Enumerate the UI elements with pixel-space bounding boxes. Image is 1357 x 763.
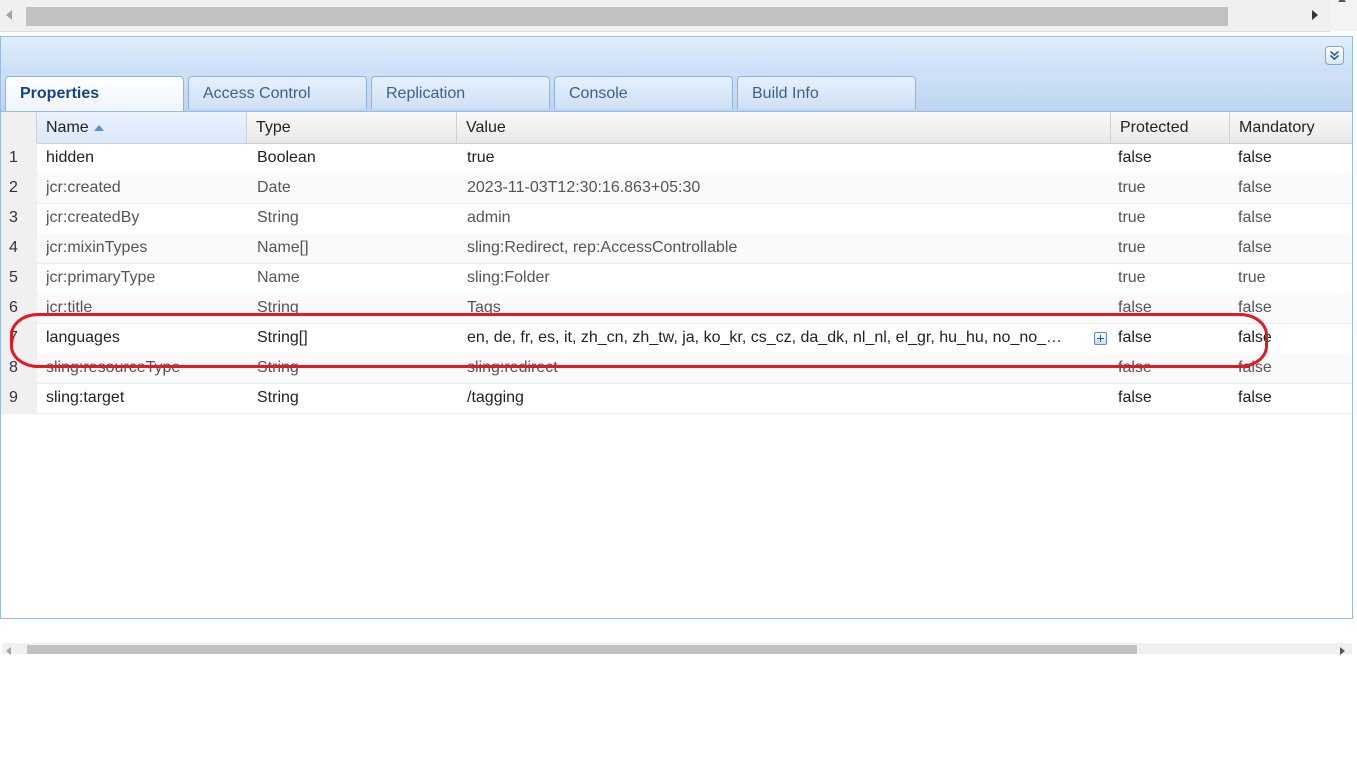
cell-protected: false — [1118, 389, 1152, 406]
cell-type: Date — [257, 179, 291, 196]
cell-protected: true — [1118, 269, 1146, 286]
cell-value: sling:Folder — [467, 269, 550, 286]
cell-value: admin — [467, 209, 511, 226]
column-header-name-label: Name — [46, 119, 89, 136]
cell-name: jcr:created — [46, 179, 121, 196]
row-number: 7 — [1, 323, 37, 353]
table-row[interactable]: 4 jcr:mixinTypes Name[] sling:Redirect, rep… — [1, 233, 1352, 264]
plus-box-icon[interactable] — [1094, 332, 1107, 345]
scroll-left-arrow-icon[interactable] — [6, 10, 12, 20]
panel-header — [1, 36, 1352, 74]
cell-value: sling:Redirect, rep:AccessControllable — [467, 239, 738, 256]
bottom-horizontal-scrollbar[interactable] — [2, 643, 1352, 655]
scroll-right-arrow-icon[interactable] — [1340, 647, 1345, 655]
cell-mandatory: false — [1238, 299, 1272, 316]
top-horizontal-scrollbar[interactable] — [0, 0, 1330, 32]
cell-type: Boolean — [257, 149, 316, 166]
table-row[interactable]: 5 jcr:primaryType Name sling:Folder true true — [1, 263, 1352, 294]
table-row[interactable]: 3 jcr:createdBy String admin true false — [1, 203, 1352, 234]
table-row[interactable]: 8 sling:resourceType String sling:redirect f… — [1, 353, 1352, 384]
scroll-right-arrow-icon[interactable] — [1312, 10, 1318, 20]
cell-type: Name — [257, 269, 300, 286]
cell-protected: true — [1118, 239, 1146, 256]
column-header-protected[interactable]: Protected — [1111, 112, 1230, 143]
table-row[interactable]: 7 languages String[] en, de, fr, es, it, zh… — [1, 323, 1352, 354]
cell-name: languages — [46, 329, 120, 346]
cell-name: jcr:primaryType — [46, 269, 156, 286]
column-header-name[interactable]: Name — [37, 112, 247, 143]
cell-value: en, de, fr, es, it, zh_cn, zh_tw, ja, ko… — [467, 329, 1063, 346]
cell-type: String — [257, 359, 299, 376]
vertical-scrollbar-track[interactable] — [1330, 0, 1357, 31]
cell-mandatory: false — [1238, 179, 1272, 196]
cell-value: sling:redirect — [467, 359, 558, 376]
cell-protected: false — [1118, 149, 1152, 166]
scroll-up-arrow-icon[interactable] — [1338, 0, 1346, 2]
double-chevron-down-icon — [1329, 50, 1340, 61]
cell-type: String — [257, 299, 299, 316]
cell-name: jcr:createdBy — [46, 209, 140, 226]
row-number: 3 — [1, 203, 37, 233]
row-number: 8 — [1, 353, 37, 383]
cell-mandatory: false — [1238, 209, 1272, 226]
cell-mandatory: false — [1238, 239, 1272, 256]
cell-mandatory: false — [1238, 359, 1272, 376]
cell-value: 2023-11-03T12:30:16.863+05:30 — [467, 179, 701, 196]
cell-protected: false — [1118, 329, 1152, 346]
row-number-header — [1, 112, 37, 143]
row-number: 1 — [1, 143, 37, 173]
cell-name: jcr:mixinTypes — [46, 239, 148, 256]
cell-protected: false — [1118, 299, 1152, 316]
cell-type: String[] — [257, 329, 308, 346]
column-header-mandatory[interactable]: Mandatory — [1230, 112, 1352, 143]
tab-replication[interactable]: Replication — [371, 76, 550, 109]
cell-name: sling:resourceType — [46, 359, 181, 376]
row-number: 4 — [1, 233, 37, 263]
cell-protected: true — [1118, 179, 1146, 196]
cell-name: hidden — [46, 149, 95, 166]
row-number: 5 — [1, 263, 37, 293]
table-row[interactable]: 1 hidden Boolean true false false — [1, 143, 1352, 174]
row-number: 6 — [1, 293, 37, 323]
grid-header: Name Type Value Protected Mandatory — [1, 112, 1352, 144]
table-row[interactable]: 6 jcr:title String Tags false false — [1, 293, 1352, 324]
cell-type: Name[] — [257, 239, 309, 256]
cell-mandatory: false — [1238, 329, 1272, 346]
cell-type: String — [257, 389, 299, 406]
cell-value: true — [467, 149, 495, 166]
row-number: 9 — [1, 383, 37, 413]
cell-mandatory: true — [1238, 269, 1266, 286]
cell-type: String — [257, 209, 299, 226]
table-row[interactable]: 2 jcr:created Date 2023-11-03T12:30:16.863+… — [1, 173, 1352, 204]
cell-protected: false — [1118, 359, 1152, 376]
table-row[interactable]: 9 sling:target String/tagging false false — [1, 383, 1352, 414]
tab-strip: Properties Access Control Replication Co… — [1, 73, 1352, 112]
tab-build-info[interactable]: Build Info — [737, 76, 916, 109]
cell-protected: true — [1118, 209, 1146, 226]
scrollbar-thumb[interactable] — [27, 645, 1137, 654]
row-number: 2 — [1, 173, 37, 203]
cell-name: sling:target — [46, 389, 125, 406]
tab-access-control[interactable]: Access Control — [188, 76, 367, 109]
tab-console[interactable]: Console — [554, 76, 733, 109]
scrollbar-thumb[interactable] — [26, 7, 1228, 26]
collapse-panel-button[interactable] — [1325, 46, 1344, 65]
tab-properties[interactable]: Properties — [5, 76, 184, 111]
cell-name: jcr:title — [46, 299, 93, 316]
cell-mandatory: false — [1238, 149, 1272, 166]
cell-value: Tags — [467, 299, 501, 316]
sort-ascending-icon — [93, 124, 104, 131]
scroll-left-arrow-icon[interactable] — [6, 647, 11, 655]
column-header-value[interactable]: Value — [457, 112, 1111, 143]
cell-mandatory: false — [1238, 389, 1272, 406]
properties-panel: Properties Access Control Replication Co… — [0, 36, 1353, 655]
column-header-type[interactable]: Type — [247, 112, 457, 143]
cell-value: /tagging — [467, 389, 524, 406]
